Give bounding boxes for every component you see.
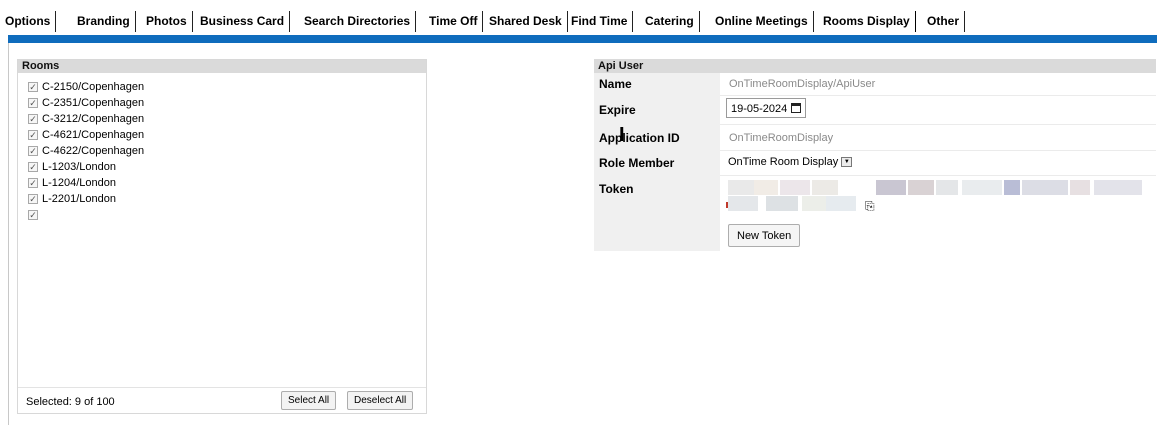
calendar-icon[interactable] bbox=[791, 103, 801, 113]
role-member-select[interactable]: OnTime Room Display ▼ bbox=[728, 156, 853, 168]
tab-branding[interactable]: Branding bbox=[72, 11, 136, 32]
room-label: C-4621/Copenhagen bbox=[42, 129, 145, 141]
token-cell: ⎘ New Token bbox=[720, 176, 1156, 251]
checkbox-checked-icon[interactable]: ✓ bbox=[28, 178, 38, 188]
appid-label: Application ID bbox=[594, 125, 720, 151]
text-cursor-icon: I bbox=[619, 124, 625, 146]
tab-business-card[interactable]: Business Card bbox=[195, 11, 291, 32]
api-user-title: Api User bbox=[594, 59, 1156, 73]
new-token-button[interactable]: New Token bbox=[728, 224, 801, 247]
deselect-all-button[interactable]: Deselect All bbox=[347, 391, 414, 410]
checkbox-checked-icon[interactable]: ✓ bbox=[28, 114, 38, 124]
appid-row: Application ID OnTimeRoomDisplay bbox=[594, 125, 1156, 151]
tab-content-bar bbox=[8, 35, 1157, 43]
role-label: Role Member bbox=[594, 151, 720, 176]
expire-label: Expire bbox=[594, 96, 720, 125]
token-row: Token ⎘ New Token bbox=[594, 176, 1156, 251]
name-value: OnTimeRoomDisplay/ApiUser bbox=[720, 73, 1156, 96]
checkbox-checked-icon[interactable]: ✓ bbox=[28, 98, 38, 108]
tab-other[interactable]: Other bbox=[922, 11, 966, 32]
expire-cell: 19-05-2024 bbox=[720, 96, 1156, 125]
name-label: Name bbox=[594, 73, 720, 96]
room-item[interactable]: ✓ C-2351/Copenhagen bbox=[28, 95, 426, 111]
expire-date-input[interactable]: 19-05-2024 bbox=[726, 98, 806, 118]
tab-shared-desk[interactable]: Shared Desk bbox=[484, 11, 568, 32]
token-label: Token bbox=[594, 176, 720, 251]
rooms-footer: Selected: 9 of 100 Select All Deselect A… bbox=[18, 387, 426, 413]
checkbox-checked-icon[interactable]: ✓ bbox=[28, 82, 38, 92]
role-cell: OnTime Room Display ▼ bbox=[720, 151, 1156, 176]
role-member-value: OnTime Room Display bbox=[728, 156, 839, 168]
role-row: Role Member OnTime Room Display ▼ bbox=[594, 151, 1156, 176]
room-item[interactable]: ✓ C-2150/Copenhagen bbox=[28, 79, 426, 95]
checkbox-checked-icon[interactable]: ✓ bbox=[28, 162, 38, 172]
tab-bar: Options Branding Photos Business Card Se… bbox=[0, 0, 1157, 35]
room-item[interactable]: ✓ L-1204/London bbox=[28, 175, 426, 191]
tab-options[interactable]: Options bbox=[0, 11, 57, 32]
checkbox-checked-icon[interactable]: ✓ bbox=[28, 130, 38, 140]
room-label: L-2201/London bbox=[42, 193, 117, 205]
room-item[interactable]: ✓ C-4622/Copenhagen bbox=[28, 143, 426, 159]
tab-photos[interactable]: Photos bbox=[141, 11, 193, 32]
room-label: C-2351/Copenhagen bbox=[42, 97, 145, 109]
room-label: C-4622/Copenhagen bbox=[42, 145, 145, 157]
room-label: C-2150/Copenhagen bbox=[42, 81, 145, 93]
expire-date-value: 19-05-2024 bbox=[731, 103, 788, 115]
rooms-panel: Rooms ✓ C-2150/Copenhagen ✓ C-2351/Copenha… bbox=[17, 59, 427, 414]
content-border bbox=[8, 43, 9, 425]
api-user-panel: Api User Name OnTimeRoomDisplay/ApiUser … bbox=[594, 59, 1156, 251]
select-all-button[interactable]: Select All bbox=[281, 391, 337, 410]
appid-value: OnTimeRoomDisplay bbox=[720, 125, 1156, 151]
room-label: C-3212/Copenhagen bbox=[42, 113, 145, 125]
tab-catering[interactable]: Catering bbox=[640, 11, 700, 32]
rooms-list: ✓ C-2150/Copenhagen ✓ C-2351/Copenhagen ✓ C… bbox=[18, 73, 426, 223]
tab-find-time[interactable]: Find Time bbox=[566, 11, 634, 32]
tab-search-directories[interactable]: Search Directories bbox=[299, 11, 417, 32]
room-item[interactable]: ✓ C-3212/Copenhagen bbox=[28, 111, 426, 127]
room-label: L-1204/London bbox=[42, 177, 117, 189]
checkbox-checked-icon[interactable]: ✓ bbox=[28, 210, 38, 220]
tab-time-off[interactable]: Time Off bbox=[424, 11, 484, 32]
room-item[interactable]: ✓ C-4621/Copenhagen bbox=[28, 127, 426, 143]
room-label: L-1203/London bbox=[42, 161, 117, 173]
tab-online-meetings[interactable]: Online Meetings bbox=[710, 11, 814, 32]
rooms-panel-title: Rooms bbox=[18, 60, 426, 73]
name-row: Name OnTimeRoomDisplay/ApiUser bbox=[594, 73, 1156, 96]
room-item[interactable]: ✓ L-2201/London bbox=[28, 191, 426, 207]
copy-icon[interactable]: ⎘ bbox=[865, 199, 875, 214]
expire-row: Expire 19-05-2024 bbox=[594, 96, 1156, 125]
tab-rooms-display[interactable]: Rooms Display bbox=[818, 11, 916, 32]
selected-count: Selected: 9 of 100 bbox=[26, 396, 115, 408]
room-item[interactable]: ✓ L-1203/London bbox=[28, 159, 426, 175]
chevron-down-icon[interactable]: ▼ bbox=[841, 157, 853, 168]
checkbox-checked-icon[interactable]: ✓ bbox=[28, 146, 38, 156]
room-item[interactable]: ✓ bbox=[28, 207, 426, 223]
checkbox-checked-icon[interactable]: ✓ bbox=[28, 194, 38, 204]
token-field[interactable] bbox=[726, 180, 1148, 211]
